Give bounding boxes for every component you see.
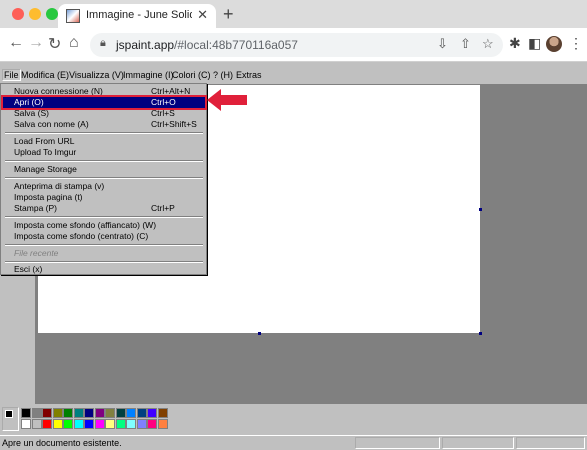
menu-view[interactable]: Visualizza (V) bbox=[69, 70, 124, 80]
menu-bar: File Modifica (E) Visualizza (V) Immagin… bbox=[0, 69, 587, 83]
resize-handle-right[interactable] bbox=[479, 208, 482, 211]
url-text: jspaint.app/#local:48b770116a057 bbox=[116, 38, 298, 52]
menu-item-new[interactable]: Nuova connessione (N) Ctrl+Alt+N bbox=[3, 86, 205, 97]
color-swatch[interactable] bbox=[52, 408, 63, 418]
menu-file[interactable]: File bbox=[2, 69, 21, 81]
color-palette bbox=[0, 405, 587, 435]
menu-item-print-preview[interactable]: Anteprima di stampa (v) bbox=[3, 181, 205, 192]
status-cell-selection bbox=[442, 437, 514, 449]
color-swatch[interactable] bbox=[157, 419, 168, 429]
menu-edit[interactable]: Modifica (E) bbox=[21, 70, 69, 80]
menu-item-open[interactable]: Apri (O) Ctrl+O bbox=[1, 95, 207, 110]
browser-tab[interactable]: Immagine - June Solidarity Pai ✕ bbox=[58, 4, 216, 28]
color-swatch[interactable] bbox=[84, 419, 94, 429]
color-swatch[interactable] bbox=[136, 419, 147, 429]
menu-divider bbox=[5, 132, 203, 134]
menu-item-recent-files: File recente bbox=[14, 248, 59, 258]
color-swatch[interactable] bbox=[105, 408, 115, 418]
menu-divider bbox=[5, 244, 203, 246]
color-swatch[interactable] bbox=[63, 419, 73, 429]
color-swatch[interactable] bbox=[42, 419, 52, 429]
color-swatch[interactable] bbox=[84, 408, 94, 418]
color-swatch[interactable] bbox=[147, 419, 157, 429]
browser-toolbar: ← → ↻ ⌂ 🔒︎ jspaint.app/#local:48b770116a… bbox=[0, 28, 587, 62]
color-swatch[interactable] bbox=[21, 419, 31, 429]
foreground-color bbox=[5, 410, 13, 418]
menu-extras[interactable]: Extras bbox=[236, 70, 262, 80]
menu-divider bbox=[5, 216, 203, 218]
extensions-puzzle-icon[interactable]: ✱ bbox=[509, 35, 521, 52]
color-swatch[interactable] bbox=[73, 408, 84, 418]
new-tab-button[interactable]: + bbox=[223, 4, 234, 25]
bookmark-star-icon[interactable]: ☆ bbox=[482, 36, 494, 52]
menu-item-wallpaper-centered[interactable]: Imposta come sfondo (centrato) (C) bbox=[3, 231, 205, 242]
current-colors[interactable] bbox=[2, 407, 19, 431]
jspaint-favicon-icon bbox=[66, 9, 80, 23]
home-icon[interactable]: ⌂ bbox=[69, 34, 79, 52]
color-swatch[interactable] bbox=[157, 408, 168, 418]
menu-image[interactable]: Immagine (I) bbox=[123, 70, 174, 80]
annotation-arrow-icon bbox=[207, 89, 247, 111]
color-swatch[interactable] bbox=[94, 419, 105, 429]
menu-item-exit[interactable]: Esci (x) bbox=[3, 264, 205, 275]
color-swatch[interactable] bbox=[31, 419, 42, 429]
color-swatch[interactable] bbox=[147, 408, 157, 418]
tab-title: Immagine - June Solidarity Pai bbox=[86, 9, 192, 21]
color-swatch[interactable] bbox=[21, 408, 31, 418]
color-swatch[interactable] bbox=[115, 408, 126, 418]
menu-item-save-as[interactable]: Salva con nome (A) Ctrl+Shift+S bbox=[3, 119, 205, 130]
color-swatch[interactable] bbox=[94, 408, 105, 418]
color-swatch[interactable] bbox=[63, 408, 73, 418]
color-swatch[interactable] bbox=[52, 419, 63, 429]
resize-handle-bottom[interactable] bbox=[258, 332, 261, 335]
menu-item-wallpaper-tiled[interactable]: Imposta come sfondo (affiancato) (W) bbox=[3, 220, 205, 231]
color-swatch[interactable] bbox=[105, 419, 115, 429]
menu-divider bbox=[5, 177, 203, 179]
status-bar: Apre un documento esistente. bbox=[0, 435, 587, 450]
close-window-button[interactable] bbox=[12, 8, 24, 20]
back-arrow-icon[interactable]: ← bbox=[8, 34, 24, 52]
maximize-window-button[interactable] bbox=[46, 8, 58, 20]
more-menu-icon[interactable]: ⋮ bbox=[569, 35, 583, 52]
menu-item-print[interactable]: Stampa (P) Ctrl+P bbox=[3, 203, 205, 214]
file-menu-dropdown: Nuova connessione (N) Ctrl+Alt+N Apri (O)… bbox=[0, 83, 207, 275]
color-swatch[interactable] bbox=[126, 419, 136, 429]
color-swatch[interactable] bbox=[73, 419, 84, 429]
status-cell-position bbox=[355, 437, 440, 449]
color-swatch[interactable] bbox=[136, 408, 147, 418]
install-app-icon[interactable]: ⇩ bbox=[437, 36, 448, 52]
forward-arrow-icon[interactable]: → bbox=[28, 34, 44, 52]
menu-divider bbox=[5, 160, 203, 162]
status-text: Apre un documento esistente. bbox=[2, 438, 122, 448]
color-swatch[interactable] bbox=[126, 408, 136, 418]
share-icon[interactable]: ⇧ bbox=[460, 36, 471, 52]
minimize-window-button[interactable] bbox=[29, 8, 41, 20]
avatar[interactable] bbox=[546, 36, 562, 52]
lock-icon: 🔒︎ bbox=[100, 37, 106, 49]
color-swatch[interactable] bbox=[42, 408, 52, 418]
menu-divider bbox=[5, 261, 203, 263]
close-icon[interactable]: ✕ bbox=[197, 7, 208, 23]
menu-help[interactable]: ? (H) bbox=[213, 70, 233, 80]
browser-title-bar: Immagine - June Solidarity Pai ✕ + bbox=[0, 0, 587, 28]
color-swatch[interactable] bbox=[31, 408, 42, 418]
side-panel-icon[interactable]: ◧ bbox=[528, 35, 541, 52]
menu-item-page-setup[interactable]: Imposta pagina (t) bbox=[3, 192, 205, 203]
menu-item-manage-storage[interactable]: Manage Storage bbox=[3, 164, 205, 175]
menu-item-load-url[interactable]: Load From URL bbox=[3, 136, 205, 147]
menu-colors[interactable]: Colori (C) bbox=[172, 70, 211, 80]
reload-icon[interactable]: ↻ bbox=[48, 34, 61, 54]
resize-handle-corner[interactable] bbox=[479, 332, 482, 335]
address-bar[interactable]: 🔒︎ jspaint.app/#local:48b770116a057 ⇩ ⇧ … bbox=[90, 33, 503, 57]
menu-item-upload-imgur[interactable]: Upload To Imgur bbox=[3, 147, 205, 158]
menu-item-save[interactable]: Salva (S) Ctrl+S bbox=[3, 108, 205, 119]
status-cell-size bbox=[516, 437, 585, 449]
color-swatch[interactable] bbox=[115, 419, 126, 429]
